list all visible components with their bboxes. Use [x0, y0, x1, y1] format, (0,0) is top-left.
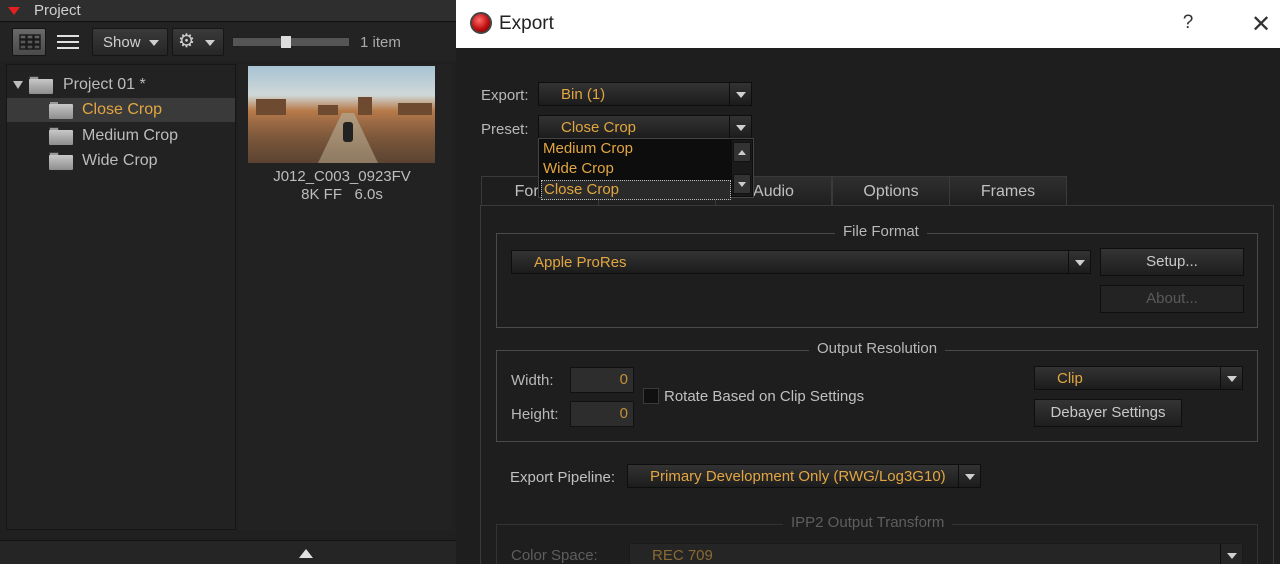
grid-view-button[interactable] — [12, 28, 46, 56]
color-space-value: REC 709 — [652, 547, 713, 564]
project-panel: Project Show ⚙ 1 item Project 01 * Close… — [0, 0, 456, 564]
chevron-down-icon[interactable] — [958, 465, 980, 487]
about-button[interactable]: About... — [1100, 285, 1244, 313]
grid-view-icon — [19, 34, 41, 50]
chevron-down-icon[interactable] — [1220, 544, 1242, 564]
preset-label: Preset: — [481, 121, 529, 138]
file-format-value: Apple ProRes — [534, 254, 627, 271]
panel-expand-up-icon[interactable] — [299, 549, 313, 558]
export-pipeline-value: Primary Development Only (RWG/Log3G10) — [650, 468, 946, 485]
show-label: Show — [103, 34, 141, 51]
preset-option-close-crop[interactable]: Close Crop — [541, 180, 731, 200]
chevron-down-icon — [205, 40, 215, 46]
debayer-settings-button[interactable]: Debayer Settings — [1034, 399, 1182, 427]
folder-icon — [49, 101, 73, 119]
expand-triangle-icon[interactable] — [13, 81, 23, 89]
project-footer — [0, 540, 456, 564]
preset-option-medium-crop[interactable]: Medium Crop — [541, 140, 731, 160]
height-field[interactable]: 0 — [570, 401, 634, 427]
thumbnail-size-slider[interactable] — [232, 36, 350, 48]
export-pipeline-select[interactable]: Primary Development Only (RWG/Log3G10) — [627, 464, 981, 488]
clip-meta: 8K FF 6.0s — [301, 186, 383, 203]
app-logo-icon — [470, 12, 492, 34]
show-menu-button[interactable]: Show — [92, 28, 168, 56]
tree-item-close-crop[interactable]: Close Crop — [7, 98, 235, 122]
width-label: Width: — [511, 372, 554, 389]
setup-button[interactable]: Setup... — [1100, 248, 1244, 276]
clip-thumbnail[interactable] — [248, 66, 435, 163]
preset-select[interactable]: Close Crop — [538, 115, 752, 139]
output-resolution-title: Output Resolution — [809, 340, 946, 357]
tree-item-label: Wide Crop — [82, 152, 158, 169]
export-dialog: Export ? ✕ Export: Bin (1) Preset: Close… — [456, 0, 1280, 564]
chevron-down-icon[interactable] — [729, 116, 751, 138]
clip-name: J012_C003_0923FV — [273, 168, 411, 185]
resolution-mode-select[interactable]: Clip — [1034, 366, 1243, 390]
file-format-title: File Format — [835, 223, 927, 240]
folder-icon — [29, 76, 53, 94]
close-button[interactable]: ✕ — [1250, 10, 1272, 39]
resolution-mode-value: Clip — [1057, 370, 1083, 387]
color-space-select[interactable]: REC 709 — [629, 543, 1243, 564]
folder-icon — [49, 152, 73, 170]
preset-select-value: Close Crop — [561, 119, 637, 136]
tree-item-label: Close Crop — [82, 101, 163, 118]
slider-handle[interactable] — [281, 36, 291, 48]
chevron-down-icon[interactable] — [1068, 251, 1090, 273]
item-count: 1 item — [360, 34, 401, 51]
dialog-title: Export — [499, 13, 554, 34]
color-space-label: Color Space: — [511, 547, 598, 564]
export-select[interactable]: Bin (1) — [538, 82, 752, 106]
tree-item-wide-crop[interactable]: Wide Crop — [7, 149, 235, 173]
export-select-value: Bin (1) — [561, 86, 606, 103]
height-label: Height: — [511, 406, 559, 423]
tree-item-project-01[interactable]: Project 01 * — [7, 73, 235, 97]
scroll-up-icon[interactable] — [733, 142, 751, 162]
ipp2-title: IPP2 Output Transform — [783, 514, 953, 531]
clip-browser: J012_C003_0923FV 8K FF 6.0s — [238, 64, 452, 530]
project-header[interactable]: Project — [0, 0, 456, 22]
export-pipeline-label: Export Pipeline: — [510, 469, 616, 486]
format-tab-panel: File Format Apple ProRes Setup... About.… — [480, 205, 1274, 564]
project-tree: Project 01 * Close Crop Medium Crop Wide… — [6, 64, 236, 530]
folder-icon — [49, 127, 73, 145]
ipp2-output-transform-group: IPP2 Output Transform Color Space: REC 7… — [496, 514, 1258, 564]
gear-icon: ⚙ — [178, 31, 196, 52]
rotate-label: Rotate Based on Clip Settings — [664, 388, 865, 405]
scroll-down-icon[interactable] — [733, 174, 751, 194]
chevron-down-icon[interactable] — [1220, 367, 1242, 389]
dialog-titlebar: Export ? ✕ — [456, 0, 1280, 48]
list-view-button[interactable] — [50, 28, 84, 56]
tree-item-label: Project 01 * — [63, 76, 146, 93]
tree-item-medium-crop[interactable]: Medium Crop — [7, 124, 235, 148]
file-format-group: File Format Apple ProRes Setup... About.… — [496, 223, 1258, 328]
width-field[interactable]: 0 — [570, 367, 634, 393]
collapse-triangle-icon[interactable] — [8, 7, 20, 15]
project-panel-title: Project — [34, 2, 81, 19]
list-view-icon — [57, 35, 79, 49]
tree-item-label: Medium Crop — [82, 127, 179, 144]
export-label: Export: — [481, 87, 529, 104]
rotate-checkbox[interactable] — [643, 388, 659, 404]
file-format-select[interactable]: Apple ProRes — [511, 250, 1091, 274]
preset-dropdown-list[interactable]: Medium Crop Wide Crop Close Crop — [538, 138, 754, 200]
chevron-down-icon — [149, 40, 159, 46]
help-button[interactable]: ? — [1178, 12, 1198, 34]
output-resolution-group: Output Resolution Width: 0 Height: 0 Rot… — [496, 340, 1258, 442]
preset-option-wide-crop[interactable]: Wide Crop — [541, 160, 731, 180]
tab-options[interactable]: Options — [832, 176, 950, 206]
settings-menu-button[interactable]: ⚙ — [172, 28, 224, 56]
tab-frames[interactable]: Frames — [949, 176, 1067, 206]
dropdown-scrollbar[interactable] — [732, 140, 752, 196]
chevron-down-icon[interactable] — [729, 83, 751, 105]
